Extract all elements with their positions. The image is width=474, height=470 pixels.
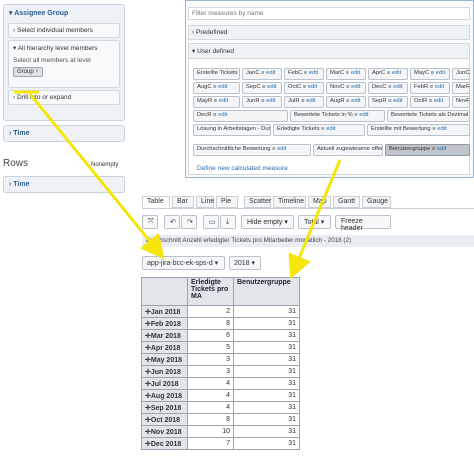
benutzergruppe-arrow bbox=[288, 159, 342, 280]
group-arrow bbox=[28, 93, 165, 260]
annotation-arrows bbox=[14, 90, 342, 280]
